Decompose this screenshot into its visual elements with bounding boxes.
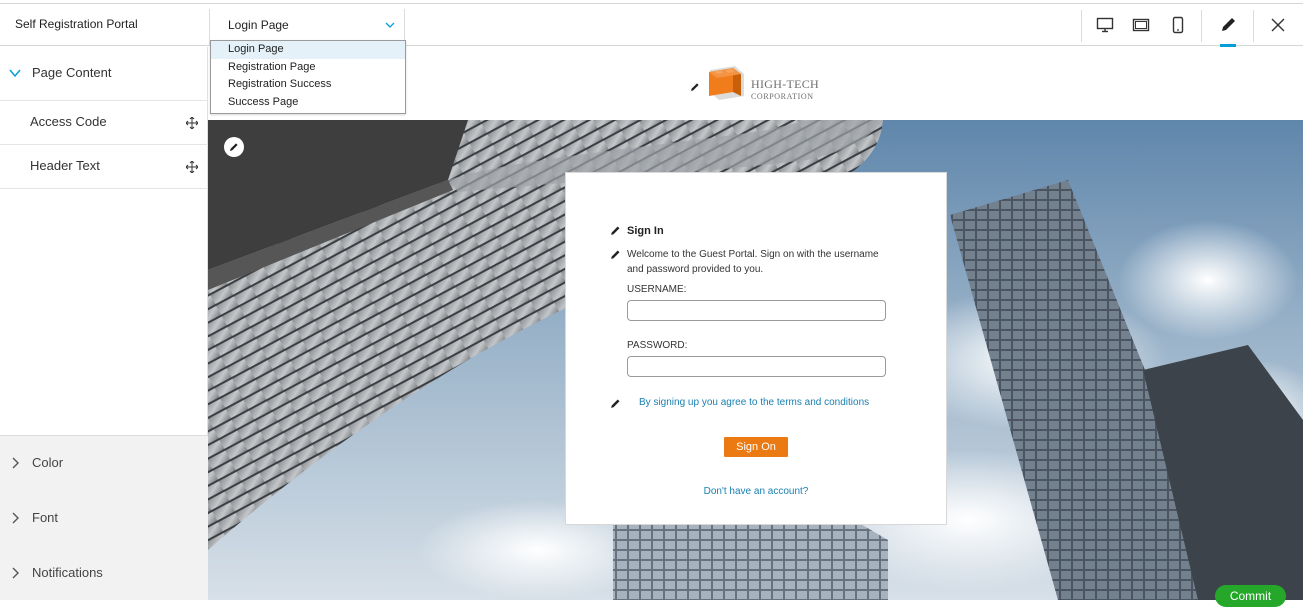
move-icon[interactable]: [186, 117, 198, 129]
desktop-icon: [1096, 17, 1114, 33]
chevron-right-icon: [12, 567, 19, 579]
page-select-value: Login Page: [228, 18, 289, 32]
dropdown-option-success-page[interactable]: Success Page: [211, 94, 405, 112]
section-font[interactable]: Font: [0, 491, 208, 546]
section-label: Page Content: [32, 65, 112, 80]
mobile-icon: [1172, 16, 1184, 34]
sidebar-item-label: Access Code: [30, 114, 107, 129]
chevron-down-icon: [385, 22, 395, 28]
tablet-landscape-icon: [1132, 18, 1150, 32]
pencil-icon[interactable]: [610, 225, 621, 236]
chevron-right-icon: [12, 512, 19, 524]
no-account-link[interactable]: Don't have an account?: [703, 486, 809, 497]
page-dropdown-menu: Login Page Registration Page Registratio…: [210, 40, 406, 114]
divider: [1201, 10, 1202, 42]
sidebar-item-label: Header Text: [30, 158, 100, 173]
pencil-icon[interactable]: [610, 398, 621, 409]
move-icon[interactable]: [186, 161, 198, 173]
desktop-view-button[interactable]: [1092, 12, 1118, 38]
logo-text-line2: CORPORATION: [751, 92, 814, 101]
pencil-icon: [1222, 18, 1235, 31]
welcome-text: Welcome to the Guest Portal. Sign on wit…: [627, 249, 879, 275]
logo-text-line1: HIGH-TECH: [751, 77, 820, 91]
sidebar-item-header-text[interactable]: Header Text: [0, 145, 208, 189]
divider: [1253, 10, 1254, 42]
portal-title: Self Registration Portal: [15, 17, 138, 31]
password-input[interactable]: [627, 356, 886, 377]
password-label: PASSWORD:: [627, 340, 688, 351]
pencil-icon[interactable]: [690, 82, 700, 92]
section-color[interactable]: Color: [0, 436, 208, 491]
section-label: Notifications: [32, 565, 103, 580]
dropdown-option-registration-success[interactable]: Registration Success: [211, 76, 405, 94]
left-panel: Page Content Access Code Header Text Col…: [0, 47, 208, 600]
commit-button[interactable]: Commit: [1215, 585, 1286, 607]
close-button[interactable]: [1265, 12, 1291, 38]
section-page-content[interactable]: Page Content: [0, 47, 208, 101]
username-label: USERNAME:: [627, 284, 687, 295]
chevron-right-icon: [12, 457, 19, 469]
company-logo: [709, 66, 744, 100]
collapsed-sections: Color Font Notifications: [0, 435, 208, 600]
edit-mode-button[interactable]: [1215, 12, 1241, 38]
sign-in-title: Sign In: [627, 225, 664, 237]
terms-link[interactable]: By signing up you agree to the terms and…: [639, 397, 869, 408]
top-bar: Self Registration Portal Login Page: [0, 3, 1303, 47]
portal-preview: HIGH-TECH CORPORATION Sign In Welcome to…: [208, 47, 1303, 600]
username-input[interactable]: [627, 300, 886, 321]
pencil-icon[interactable]: [610, 249, 621, 260]
sign-on-button[interactable]: Sign On: [724, 437, 788, 457]
section-notifications[interactable]: Notifications: [0, 546, 208, 601]
divider: [1081, 10, 1082, 42]
section-label: Color: [32, 455, 64, 470]
section-label: Font: [32, 510, 59, 525]
dropdown-option-registration-page[interactable]: Registration Page: [211, 59, 405, 77]
close-icon: [1271, 18, 1285, 32]
chevron-down-icon: [9, 69, 21, 78]
pencil-icon: [230, 143, 238, 151]
mobile-view-button[interactable]: [1165, 12, 1191, 38]
sidebar-item-access-code[interactable]: Access Code: [0, 101, 208, 145]
edit-background-button[interactable]: [224, 137, 244, 157]
dropdown-option-login-page[interactable]: Login Page: [211, 41, 405, 59]
tablet-view-button[interactable]: [1128, 12, 1154, 38]
sign-in-card: Sign In Welcome to the Guest Portal. Sig…: [565, 172, 947, 525]
